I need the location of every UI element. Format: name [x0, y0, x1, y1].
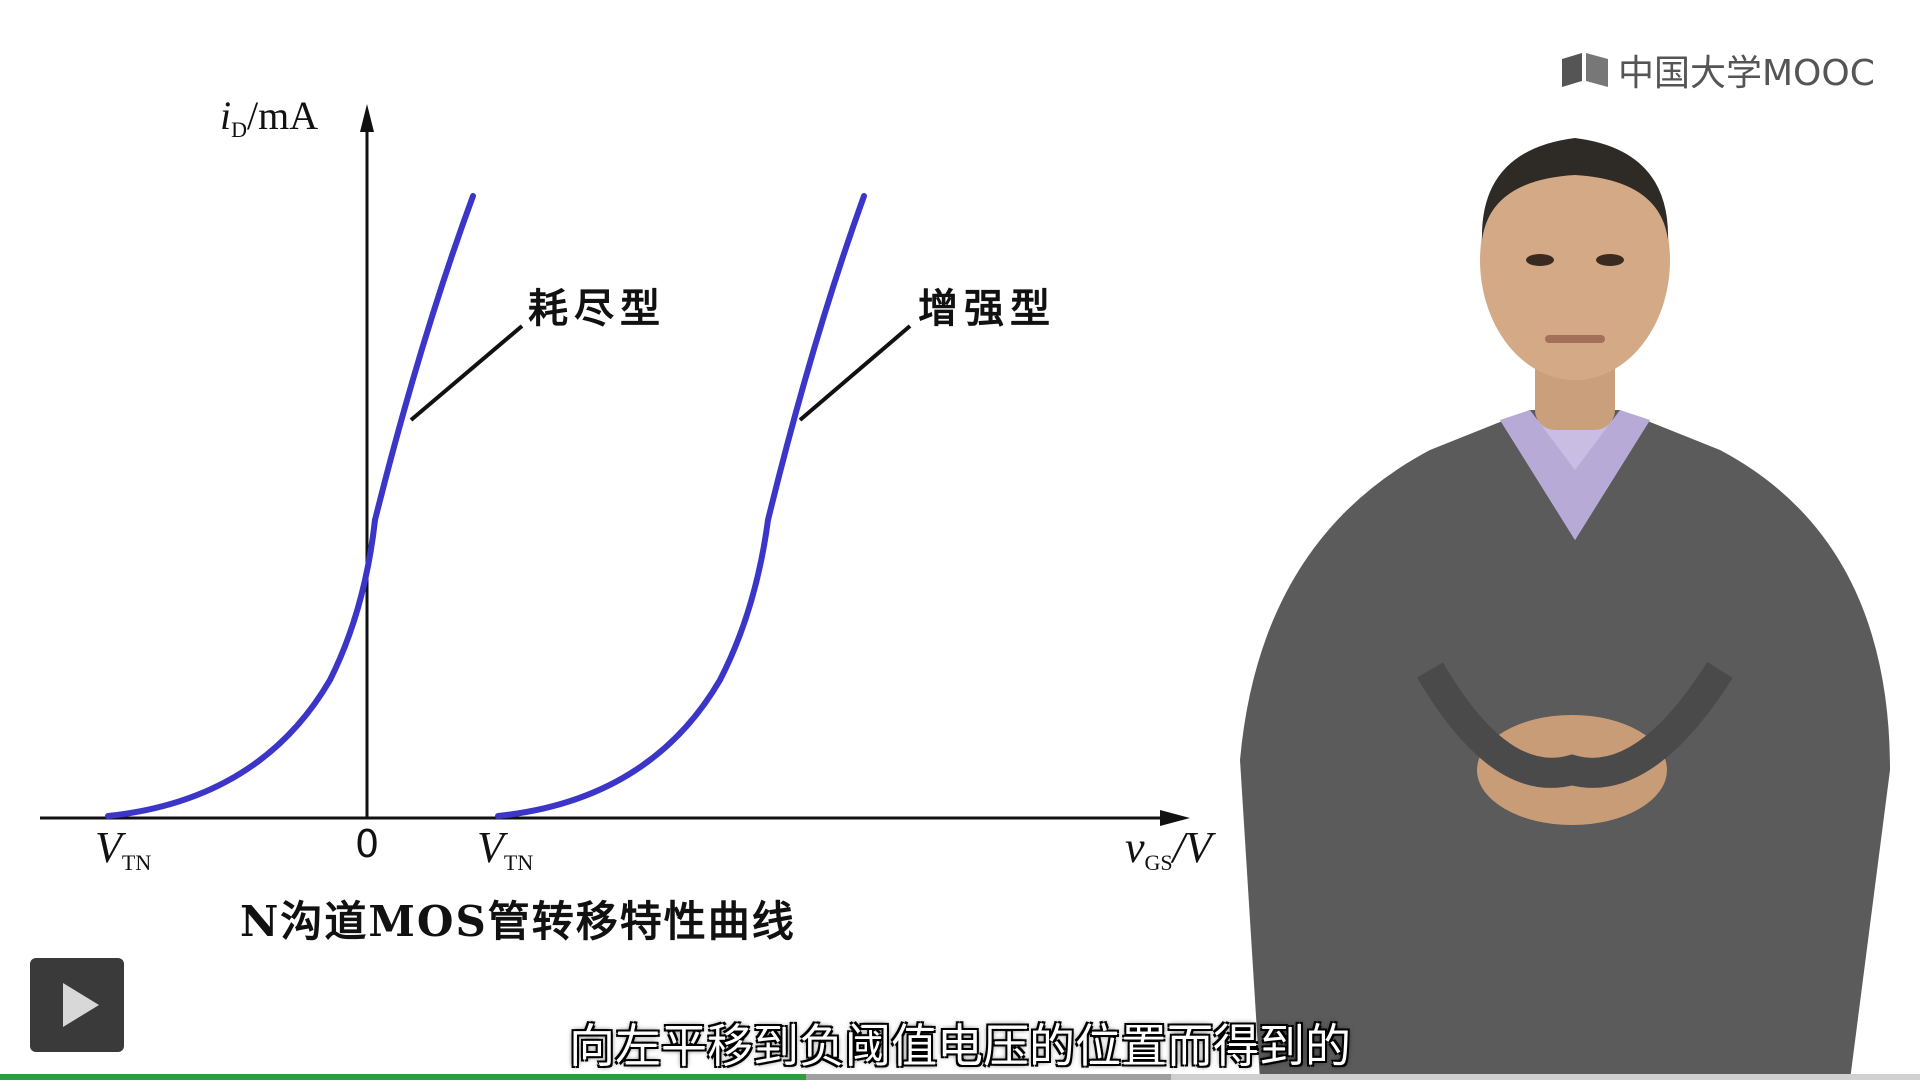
vtn-symbol: V [95, 823, 122, 872]
y-axis-subscript: D [231, 117, 248, 142]
x-axis-label: vGS/V [1125, 822, 1212, 876]
vtn-subscript: TN [503, 850, 534, 875]
vtn-subscript: TN [121, 850, 152, 875]
figure-caption: N沟道MOS管转移特性曲线 [240, 897, 796, 946]
brand-text: 中国大学MOOC [1618, 53, 1875, 94]
video-subtitle: 向左平移到负阈值电压的位置而得到的 [569, 1019, 1351, 1073]
enhancement-threshold-label: VTN [477, 822, 533, 876]
y-axis-symbol: i [220, 93, 232, 138]
x-axis-symbol: v [1125, 823, 1145, 872]
vtn-symbol: V [477, 823, 504, 872]
progress-bar[interactable] [0, 1074, 1920, 1080]
presenter-image [1240, 138, 1890, 1080]
depletion-curve-label: 耗尽型 [528, 285, 666, 332]
depletion-curve [105, 193, 476, 819]
play-button[interactable] [30, 958, 124, 1052]
played-bar [0, 1074, 807, 1080]
play-icon [63, 983, 99, 1027]
x-axis-subscript: GS [1144, 850, 1173, 875]
depletion-threshold-label: VTN [95, 822, 151, 876]
y-axis-unit: /mA [247, 93, 319, 138]
brand-watermark: 中国大学MOOC [1560, 44, 1875, 96]
y-axis-label: iD/mA [220, 92, 318, 143]
video-frame: iD/mA 耗尽型 增强型 VTN 0 VTN vGS/V N沟道MOS管转移特… [0, 0, 1920, 1080]
origin-label: 0 [355, 822, 380, 866]
y-axis-arrow [360, 104, 374, 132]
mooc-logo-icon [1562, 53, 1608, 87]
enhancement-curve-label: 增强型 [918, 285, 1056, 332]
